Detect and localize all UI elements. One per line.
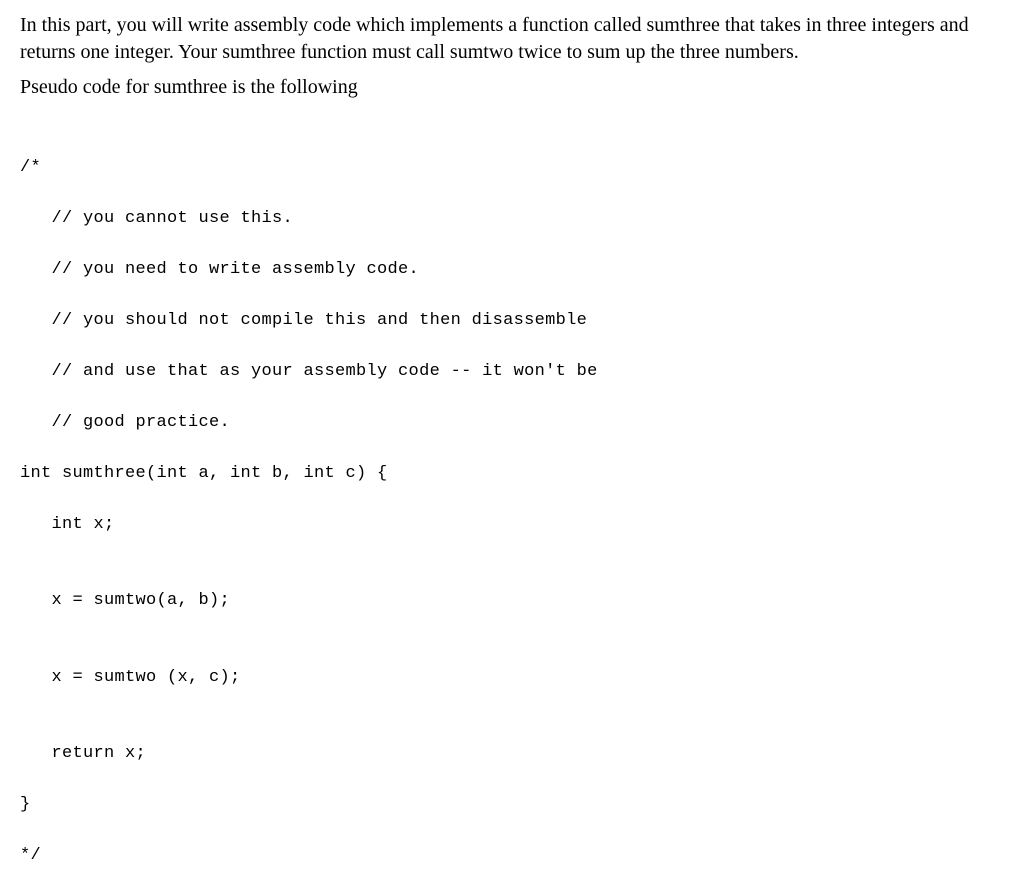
code-line: // you should not compile this and then … (20, 308, 1004, 334)
code-line: /* (20, 155, 1004, 181)
paragraph-2: Pseudo code for sumthree is the followin… (20, 74, 1004, 101)
code-line: x = sumtwo (x, c); (20, 665, 1004, 691)
code-line: // good practice. (20, 410, 1004, 436)
code-line: // and use that as your assembly code --… (20, 359, 1004, 385)
code-line: int x; (20, 512, 1004, 538)
code-line: // you need to write assembly code. (20, 257, 1004, 283)
code-line: } (20, 792, 1004, 818)
paragraph-1: In this part, you will write assembly co… (20, 12, 1004, 66)
code-line: // you cannot use this. (20, 206, 1004, 232)
code-line: return x; (20, 741, 1004, 767)
instruction-text: In this part, you will write assembly co… (20, 12, 1004, 101)
pseudocode-block: /* // you cannot use this. // you need t… (20, 129, 1004, 894)
code-line: */ (20, 843, 1004, 869)
code-line: int sumthree(int a, int b, int c) { (20, 461, 1004, 487)
code-line: x = sumtwo(a, b); (20, 588, 1004, 614)
